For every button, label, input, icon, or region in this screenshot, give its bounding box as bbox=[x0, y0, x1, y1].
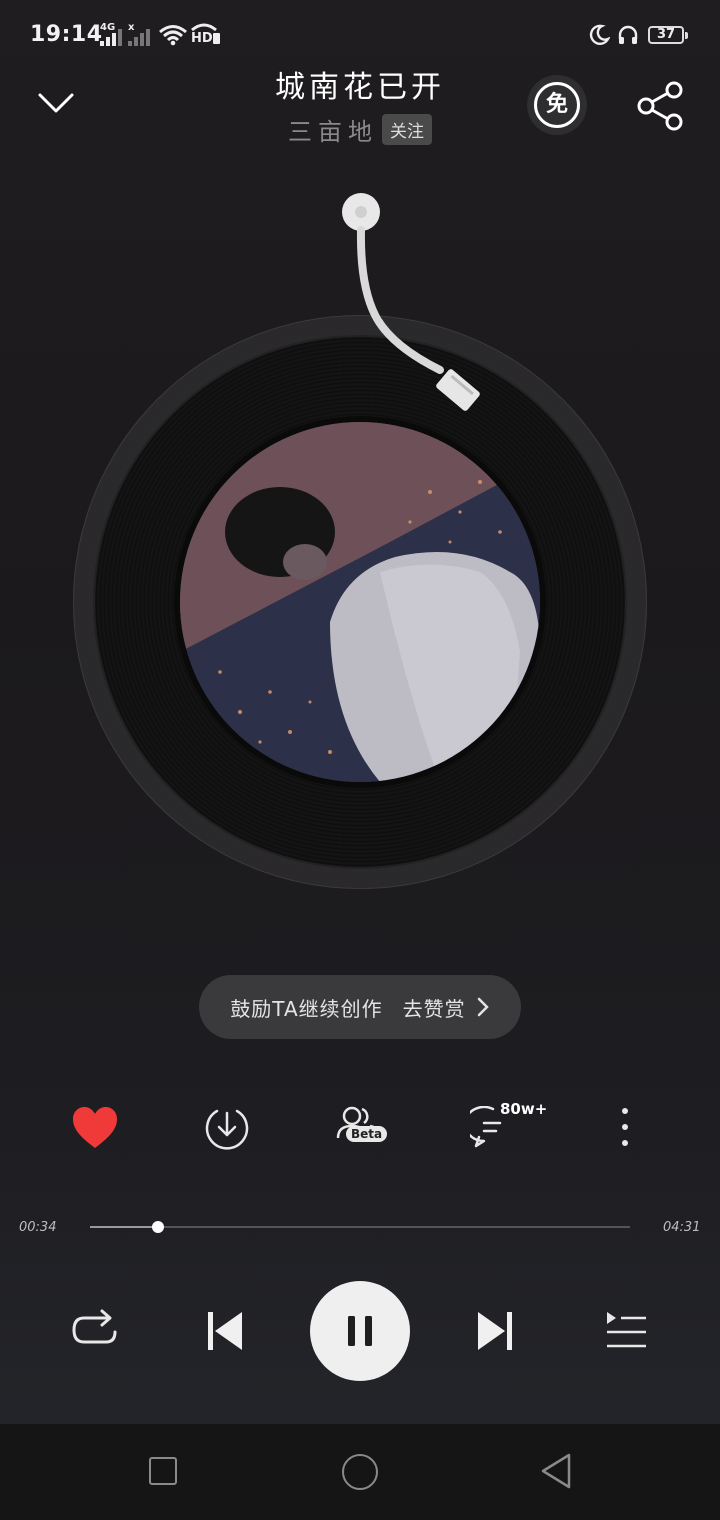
system-nav-bar bbox=[0, 1424, 720, 1520]
network-type-label: 4G bbox=[100, 22, 116, 33]
more-options-icon[interactable] bbox=[618, 1106, 632, 1150]
comment-count: 80w+ bbox=[500, 1100, 548, 1118]
cell-signal-icon: 4G bbox=[100, 22, 122, 46]
artist-name[interactable]: 三亩地 bbox=[288, 118, 378, 146]
follow-button[interactable]: 关注 bbox=[382, 114, 432, 145]
home-button[interactable] bbox=[342, 1454, 378, 1490]
free-badge-button[interactable]: 免 bbox=[527, 75, 587, 135]
next-track-icon[interactable] bbox=[474, 1310, 516, 1352]
network-2-label: x bbox=[128, 22, 135, 33]
free-icon: 免 bbox=[534, 82, 580, 128]
moon-icon bbox=[589, 24, 610, 45]
playlist-icon[interactable] bbox=[604, 1310, 648, 1352]
hd-icon: HD bbox=[190, 22, 222, 46]
cell-signal-2-icon: x bbox=[128, 22, 152, 46]
share-icon[interactable] bbox=[634, 80, 686, 132]
reward-text: 鼓励TA继续创作 bbox=[230, 996, 383, 1021]
wifi-icon bbox=[159, 25, 187, 46]
status-time: 19:14 bbox=[30, 22, 103, 47]
battery-indicator: 37 bbox=[648, 26, 688, 44]
listen-together-button[interactable]: Beta bbox=[334, 1104, 390, 1150]
album-cover bbox=[180, 422, 540, 782]
current-time: 00:34 bbox=[19, 1220, 57, 1235]
download-icon[interactable] bbox=[204, 1105, 250, 1151]
chevron-right-icon bbox=[477, 997, 489, 1017]
progress-thumb[interactable] bbox=[151, 1221, 164, 1233]
hd-label: HD bbox=[191, 31, 213, 46]
previous-track-icon[interactable] bbox=[204, 1310, 246, 1352]
repeat-icon[interactable] bbox=[70, 1308, 120, 1354]
artist-row: 三亩地 关注 bbox=[0, 112, 720, 147]
tonearm bbox=[342, 193, 480, 411]
back-button[interactable] bbox=[538, 1452, 574, 1490]
recent-apps-button[interactable] bbox=[149, 1457, 177, 1485]
beta-badge: Beta bbox=[346, 1126, 388, 1142]
like-heart-icon[interactable] bbox=[72, 1106, 118, 1150]
song-title: 城南花已开 bbox=[275, 70, 445, 105]
progress-bar[interactable] bbox=[90, 1221, 630, 1233]
reward-button[interactable]: 鼓励TA继续创作 去赞赏 bbox=[199, 975, 521, 1039]
play-pause-button[interactable] bbox=[310, 1281, 410, 1381]
headphones-icon bbox=[618, 25, 638, 44]
pause-icon bbox=[348, 1316, 372, 1346]
total-time: 04:31 bbox=[663, 1220, 701, 1235]
progress-fill bbox=[90, 1226, 158, 1228]
reward-action: 去赞赏 bbox=[402, 996, 466, 1021]
